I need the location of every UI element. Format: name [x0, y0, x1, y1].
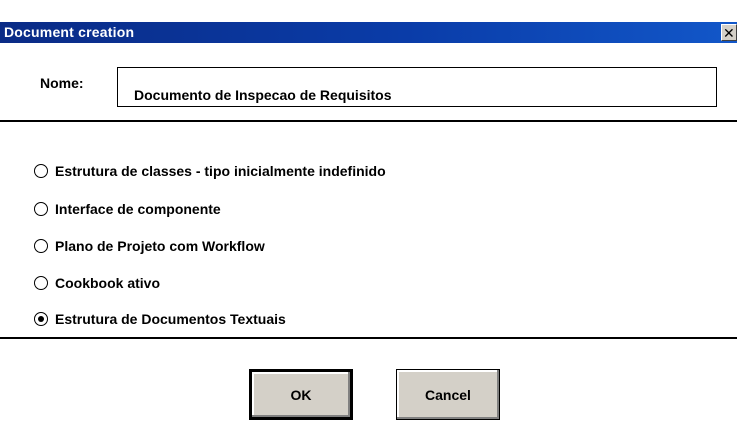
document-name-input[interactable]: Documento de Inspecao de Requisitos: [117, 67, 717, 107]
divider-top: [0, 120, 737, 122]
option-label: Interface de componente: [55, 201, 221, 217]
radio-button-selected[interactable]: [34, 312, 48, 326]
radio-button[interactable]: [34, 164, 48, 178]
dialog-title: Document creation: [4, 24, 135, 40]
option-estrutura-documentos[interactable]: Estrutura de Documentos Textuais: [34, 309, 286, 329]
option-plano-projeto[interactable]: Plano de Projeto com Workflow: [34, 236, 265, 256]
divider-bottom: [0, 337, 737, 339]
option-label: Cookbook ativo: [55, 275, 161, 291]
radio-button[interactable]: [34, 276, 48, 290]
ok-button[interactable]: OK: [249, 369, 353, 420]
option-label: Plano de Projeto com Workflow: [55, 238, 265, 254]
option-label: Estrutura de classes - tipo inicialmente…: [55, 163, 386, 179]
option-estrutura-classes[interactable]: Estrutura de classes - tipo inicialmente…: [34, 161, 386, 181]
close-icon[interactable]: ✕: [721, 24, 737, 41]
top-frame-edge: [0, 0, 737, 18]
name-label: Nome:: [40, 75, 84, 91]
option-label: Estrutura de Documentos Textuais: [55, 311, 286, 327]
dialog-title-bar[interactable]: Document creation ✕: [0, 22, 737, 43]
option-cookbook-ativo[interactable]: Cookbook ativo: [34, 273, 160, 293]
option-interface-componente[interactable]: Interface de componente: [34, 199, 221, 219]
radio-button[interactable]: [34, 202, 48, 216]
radio-button[interactable]: [34, 239, 48, 253]
cancel-button[interactable]: Cancel: [396, 369, 500, 420]
